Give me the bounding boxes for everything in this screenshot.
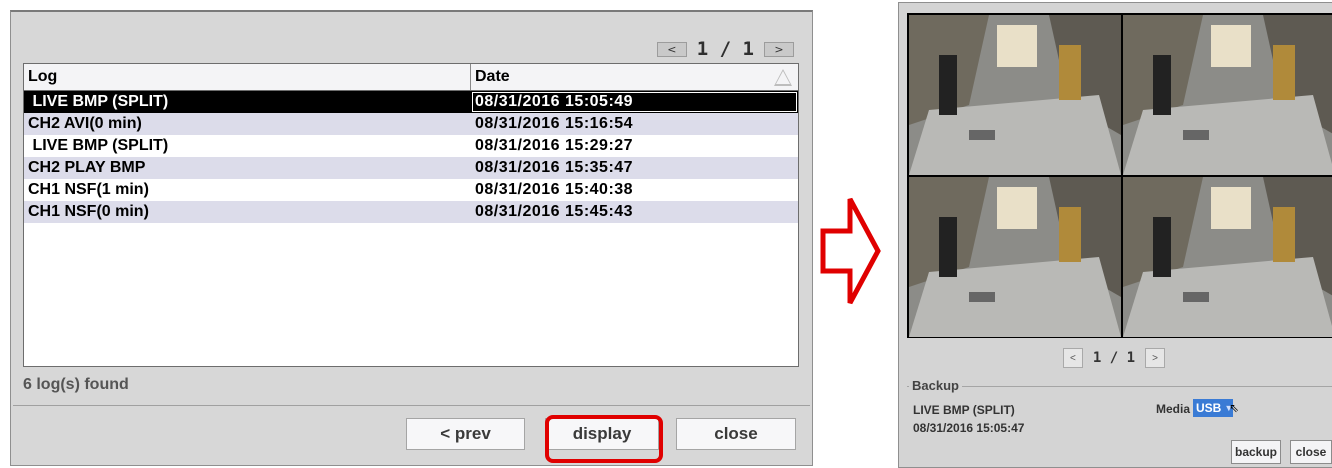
- backup-item-name: LIVE BMP (SPLIT): [913, 403, 1015, 417]
- log-cell: CH1 NSF(0 min): [28, 203, 149, 220]
- date-cell: 08/31/2016 15:45:43: [475, 203, 634, 220]
- camera-tile: [909, 177, 1121, 337]
- arrow-right-icon: [820, 197, 881, 305]
- table-row[interactable]: CH1 NSF(0 min) 08/31/2016 15:45:43: [24, 201, 798, 223]
- table-row[interactable]: CH2 AVI(0 min) 08/31/2016 15:16:54: [24, 113, 798, 135]
- backup-item-date: 08/31/2016 15:05:47: [913, 421, 1025, 435]
- date-cell: 08/31/2016 15:35:47: [475, 159, 634, 176]
- media-label: Media: [1156, 402, 1191, 416]
- date-cell: 08/31/2016 15:16:54: [475, 115, 634, 132]
- camera-tile: [1123, 177, 1332, 337]
- backup-button[interactable]: backup: [1231, 440, 1281, 464]
- results-count: 6 log(s) found: [23, 376, 129, 393]
- divider: [13, 405, 810, 406]
- preview-close-button[interactable]: close: [1290, 440, 1332, 464]
- display-dialog: < 1 / 1 > Backup LIVE BMP (SPLIT) 08/31/…: [898, 2, 1332, 468]
- table-row[interactable]: LIVE BMP (SPLIT) 08/31/2016 15:05:49: [24, 91, 798, 113]
- log-cell: CH2 PLAY BMP: [28, 159, 146, 176]
- table-row[interactable]: LIVE BMP (SPLIT) 08/31/2016 15:29:27: [24, 135, 798, 157]
- list-pager: < 1 / 1 >: [656, 38, 794, 60]
- search-log-dialog: < 1 / 1 > Log Date LIVE BMP (SPLIT) 08/3…: [10, 10, 813, 466]
- date-cell: 08/31/2016 15:29:27: [475, 137, 634, 154]
- date-cell: 08/31/2016 15:05:49: [471, 91, 798, 113]
- date-cell: 08/31/2016 15:40:38: [475, 181, 634, 198]
- chevron-right-icon: >: [774, 42, 784, 56]
- preview-page-indicator: 1 / 1: [1092, 350, 1136, 366]
- log-cell: LIVE BMP (SPLIT): [28, 93, 169, 110]
- chevron-right-icon: >: [1152, 352, 1158, 364]
- camera-tile: [909, 15, 1121, 175]
- backup-legend: Backup: [909, 378, 962, 393]
- preview-pager: < 1 / 1 >: [899, 348, 1329, 368]
- camera-tile: [1123, 15, 1332, 175]
- backup-group: Backup LIVE BMP (SPLIT) 08/31/2016 15:05…: [907, 378, 1332, 447]
- page-indicator: 1 / 1: [696, 38, 754, 60]
- media-select[interactable]: USB ▼: [1193, 399, 1233, 417]
- log-cell: CH2 AVI(0 min): [28, 115, 142, 132]
- media-select-value: USB: [1196, 401, 1222, 415]
- display-button-highlight: [545, 415, 663, 463]
- log-cell: CH1 NSF(1 min): [28, 181, 149, 198]
- table-row[interactable]: CH2 PLAY BMP 08/31/2016 15:35:47: [24, 157, 798, 179]
- column-header-date-label: Date: [475, 68, 510, 85]
- column-header-date[interactable]: Date: [471, 64, 798, 90]
- prev-button[interactable]: < prev: [406, 418, 525, 450]
- video-preview: [907, 13, 1332, 338]
- preview-prev-button[interactable]: <: [1062, 348, 1083, 368]
- log-table: Log Date LIVE BMP (SPLIT) 08/31/2016 15:…: [23, 63, 799, 367]
- mouse-cursor-icon: ⇖: [1229, 401, 1240, 415]
- page-next-button[interactable]: >: [764, 41, 794, 57]
- chevron-left-icon: <: [1070, 352, 1076, 364]
- preview-next-button[interactable]: >: [1145, 348, 1166, 368]
- page-prev-button[interactable]: <: [656, 41, 687, 57]
- column-header-log[interactable]: Log: [24, 64, 471, 90]
- chevron-left-icon: <: [667, 42, 677, 56]
- table-row[interactable]: CH1 NSF(1 min) 08/31/2016 15:40:38: [24, 179, 798, 201]
- close-button[interactable]: close: [676, 418, 796, 450]
- table-header: Log Date: [24, 64, 798, 91]
- log-cell: LIVE BMP (SPLIT): [28, 137, 169, 154]
- sort-ascending-icon[interactable]: [774, 69, 792, 86]
